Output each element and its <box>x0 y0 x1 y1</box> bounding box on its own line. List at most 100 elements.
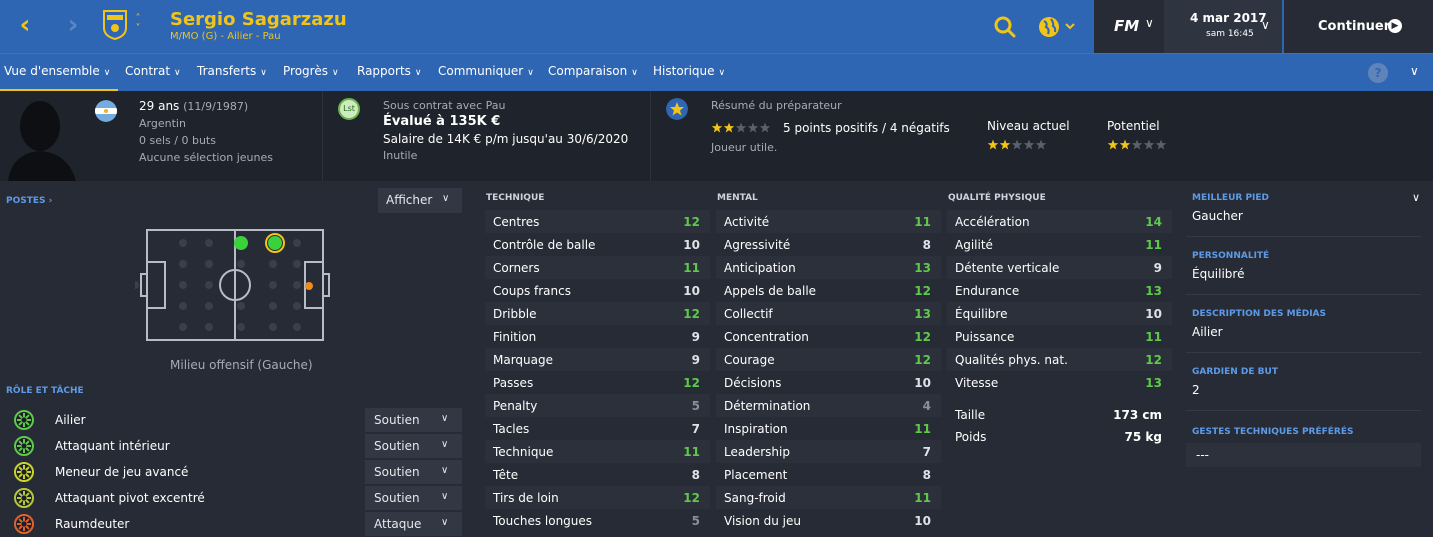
attribute-row[interactable]: Collectif 13 <box>716 302 941 325</box>
attribute-row[interactable]: Passes 12 <box>485 371 710 394</box>
attribute-name: Tête <box>493 468 519 482</box>
attribute-row[interactable]: Technique 11 <box>485 440 710 463</box>
attribute-row[interactable]: Contrôle de balle 10 <box>485 233 710 256</box>
divider <box>1186 352 1421 353</box>
attribute-row[interactable]: Sang-froid 11 <box>716 486 941 509</box>
duty-label: Soutien <box>374 491 420 505</box>
attribute-row[interactable]: Marquage 9 <box>485 348 710 371</box>
attribute-value: 12 <box>683 491 700 505</box>
attribute-row[interactable]: Penalty 5 <box>485 394 710 417</box>
attribute-value: 12 <box>914 284 931 298</box>
chevron-down-icon[interactable]: ∨ <box>1410 64 1419 78</box>
attribute-row[interactable]: Tirs de loin 12 <box>485 486 710 509</box>
attribute-row[interactable]: Accélération 14 <box>947 210 1172 233</box>
chevron-down-icon: ∨ <box>718 68 726 78</box>
role-row[interactable]: Meneur de jeu avancé Soutien ∨ <box>10 460 462 486</box>
attribute-row[interactable]: Vision du jeu 10 <box>716 509 941 532</box>
fm-logo[interactable]: FM <box>1114 17 1139 35</box>
measurement-name: Taille <box>955 408 986 422</box>
role-row[interactable]: Raumdeuter Attaque ∨ <box>10 512 462 537</box>
club-switch-chevron-icon[interactable]: ˄ ˅ <box>132 14 144 34</box>
forward-arrow-icon[interactable]: › <box>60 12 86 40</box>
attribute-value: 5 <box>691 514 700 528</box>
continue-button[interactable]: Continuer <box>1318 19 1390 34</box>
attribute-row[interactable]: Tacles 7 <box>485 417 710 440</box>
role-suitability-icon <box>14 462 34 482</box>
attribute-name: Placement <box>724 468 788 482</box>
attribute-row[interactable]: Détente verticale 9 <box>947 256 1172 279</box>
attribute-row[interactable]: Détermination 4 <box>716 394 941 417</box>
duty-dropdown[interactable]: Attaque ∨ <box>365 512 462 536</box>
duty-dropdown[interactable]: Soutien ∨ <box>365 460 462 484</box>
tab-contract[interactable]: Contrat ∨ <box>125 64 181 78</box>
tab-communicate[interactable]: Communiquer ∨ <box>438 64 534 78</box>
chevron-down-icon[interactable]: ∨ <box>1412 191 1420 204</box>
attribute-row[interactable]: Agressivité 8 <box>716 233 941 256</box>
attribute-name: Tacles <box>493 422 530 436</box>
star-filled-icon <box>987 139 999 150</box>
birth-date: (11/9/1987) <box>183 100 249 113</box>
positions-title[interactable]: POSTES › <box>6 196 52 206</box>
attribute-row[interactable]: Concentration 12 <box>716 325 941 348</box>
role-name: Attaquant intérieur <box>55 439 170 453</box>
play-icon[interactable]: ▶ <box>1388 19 1402 33</box>
attribute-row[interactable]: Équilibre 10 <box>947 302 1172 325</box>
globe-icon[interactable] <box>1036 14 1080 40</box>
help-icon[interactable]: ? <box>1368 63 1388 83</box>
attribute-row[interactable]: Anticipation 13 <box>716 256 941 279</box>
attribute-row[interactable]: Coups francs 10 <box>485 279 710 302</box>
tab-comparison[interactable]: Comparaison ∨ <box>548 64 638 78</box>
attribute-row[interactable]: Centres 12 <box>485 210 710 233</box>
current-ability-stars <box>987 139 1047 150</box>
personality-label: PERSONNALITÉ <box>1192 251 1270 261</box>
role-row[interactable]: Attaquant pivot excentré Soutien ∨ <box>10 486 462 512</box>
attribute-row[interactable]: Qualités phys. nat. 12 <box>947 348 1172 371</box>
attribute-row[interactable]: Courage 12 <box>716 348 941 371</box>
attribute-row[interactable]: Endurance 13 <box>947 279 1172 302</box>
attribute-row[interactable]: Agilité 11 <box>947 233 1172 256</box>
duty-dropdown[interactable]: Soutien ∨ <box>365 486 462 510</box>
attribute-row[interactable]: Décisions 10 <box>716 371 941 394</box>
duty-dropdown[interactable]: Soutien ∨ <box>365 408 462 432</box>
attribute-value: 10 <box>683 284 700 298</box>
chevron-down-icon: ∨ <box>441 413 449 424</box>
chevron-down-icon: ∨ <box>527 68 534 78</box>
attribute-row[interactable]: Appels de balle 12 <box>716 279 941 302</box>
technical-heading: TECHNIQUE <box>486 193 545 203</box>
role-name: Meneur de jeu avancé <box>55 465 189 479</box>
tab-progress[interactable]: Progrès ∨ <box>283 64 339 78</box>
role-row[interactable]: Attaquant intérieur Soutien ∨ <box>10 434 462 460</box>
attribute-value: 13 <box>1145 376 1162 390</box>
attribute-row[interactable]: Touches longues 5 <box>485 509 710 532</box>
attribute-value: 5 <box>691 399 700 413</box>
attribute-row[interactable]: Placement 8 <box>716 463 941 486</box>
show-dropdown[interactable]: Afficher ∨ <box>378 188 462 213</box>
club-badge-icon[interactable] <box>103 10 127 40</box>
attribute-row[interactable]: Puissance 11 <box>947 325 1172 348</box>
attribute-row[interactable]: Leadership 7 <box>716 440 941 463</box>
back-arrow-icon[interactable]: ‹ <box>12 12 38 40</box>
attribute-name: Détente verticale <box>955 261 1060 275</box>
player-subtitle: M/MO (G) - Ailier - Pau <box>170 31 281 42</box>
attribute-row[interactable]: Inspiration 11 <box>716 417 941 440</box>
tab-history[interactable]: Historique ∨ <box>653 64 725 78</box>
role-name: Attaquant pivot excentré <box>55 491 205 505</box>
duty-label: Attaque <box>374 517 422 531</box>
attribute-row[interactable]: Vitesse 13 <box>947 371 1172 394</box>
tab-overview[interactable]: Vue d'ensemble ∨ <box>4 64 110 78</box>
role-row[interactable]: Ailier Soutien ∨ <box>10 408 462 434</box>
attribute-row[interactable]: Activité 11 <box>716 210 941 233</box>
search-icon[interactable] <box>992 14 1018 40</box>
tab-reports[interactable]: Rapports ∨ <box>357 64 422 78</box>
attribute-row[interactable]: Finition 9 <box>485 325 710 348</box>
attribute-row[interactable]: Corners 11 <box>485 256 710 279</box>
chevron-down-icon[interactable]: ∨ <box>1261 18 1270 32</box>
star-filled-icon <box>1107 139 1119 150</box>
attribute-name: Marquage <box>493 353 554 367</box>
tab-transfers[interactable]: Transferts ∨ <box>197 64 267 78</box>
attribute-row[interactable]: Dribble 12 <box>485 302 710 325</box>
attribute-row[interactable]: Tête 8 <box>485 463 710 486</box>
duty-dropdown[interactable]: Soutien ∨ <box>365 434 462 458</box>
chevron-down-icon[interactable]: ∨ <box>1145 16 1154 30</box>
chevron-down-icon: ∨ <box>331 68 339 78</box>
